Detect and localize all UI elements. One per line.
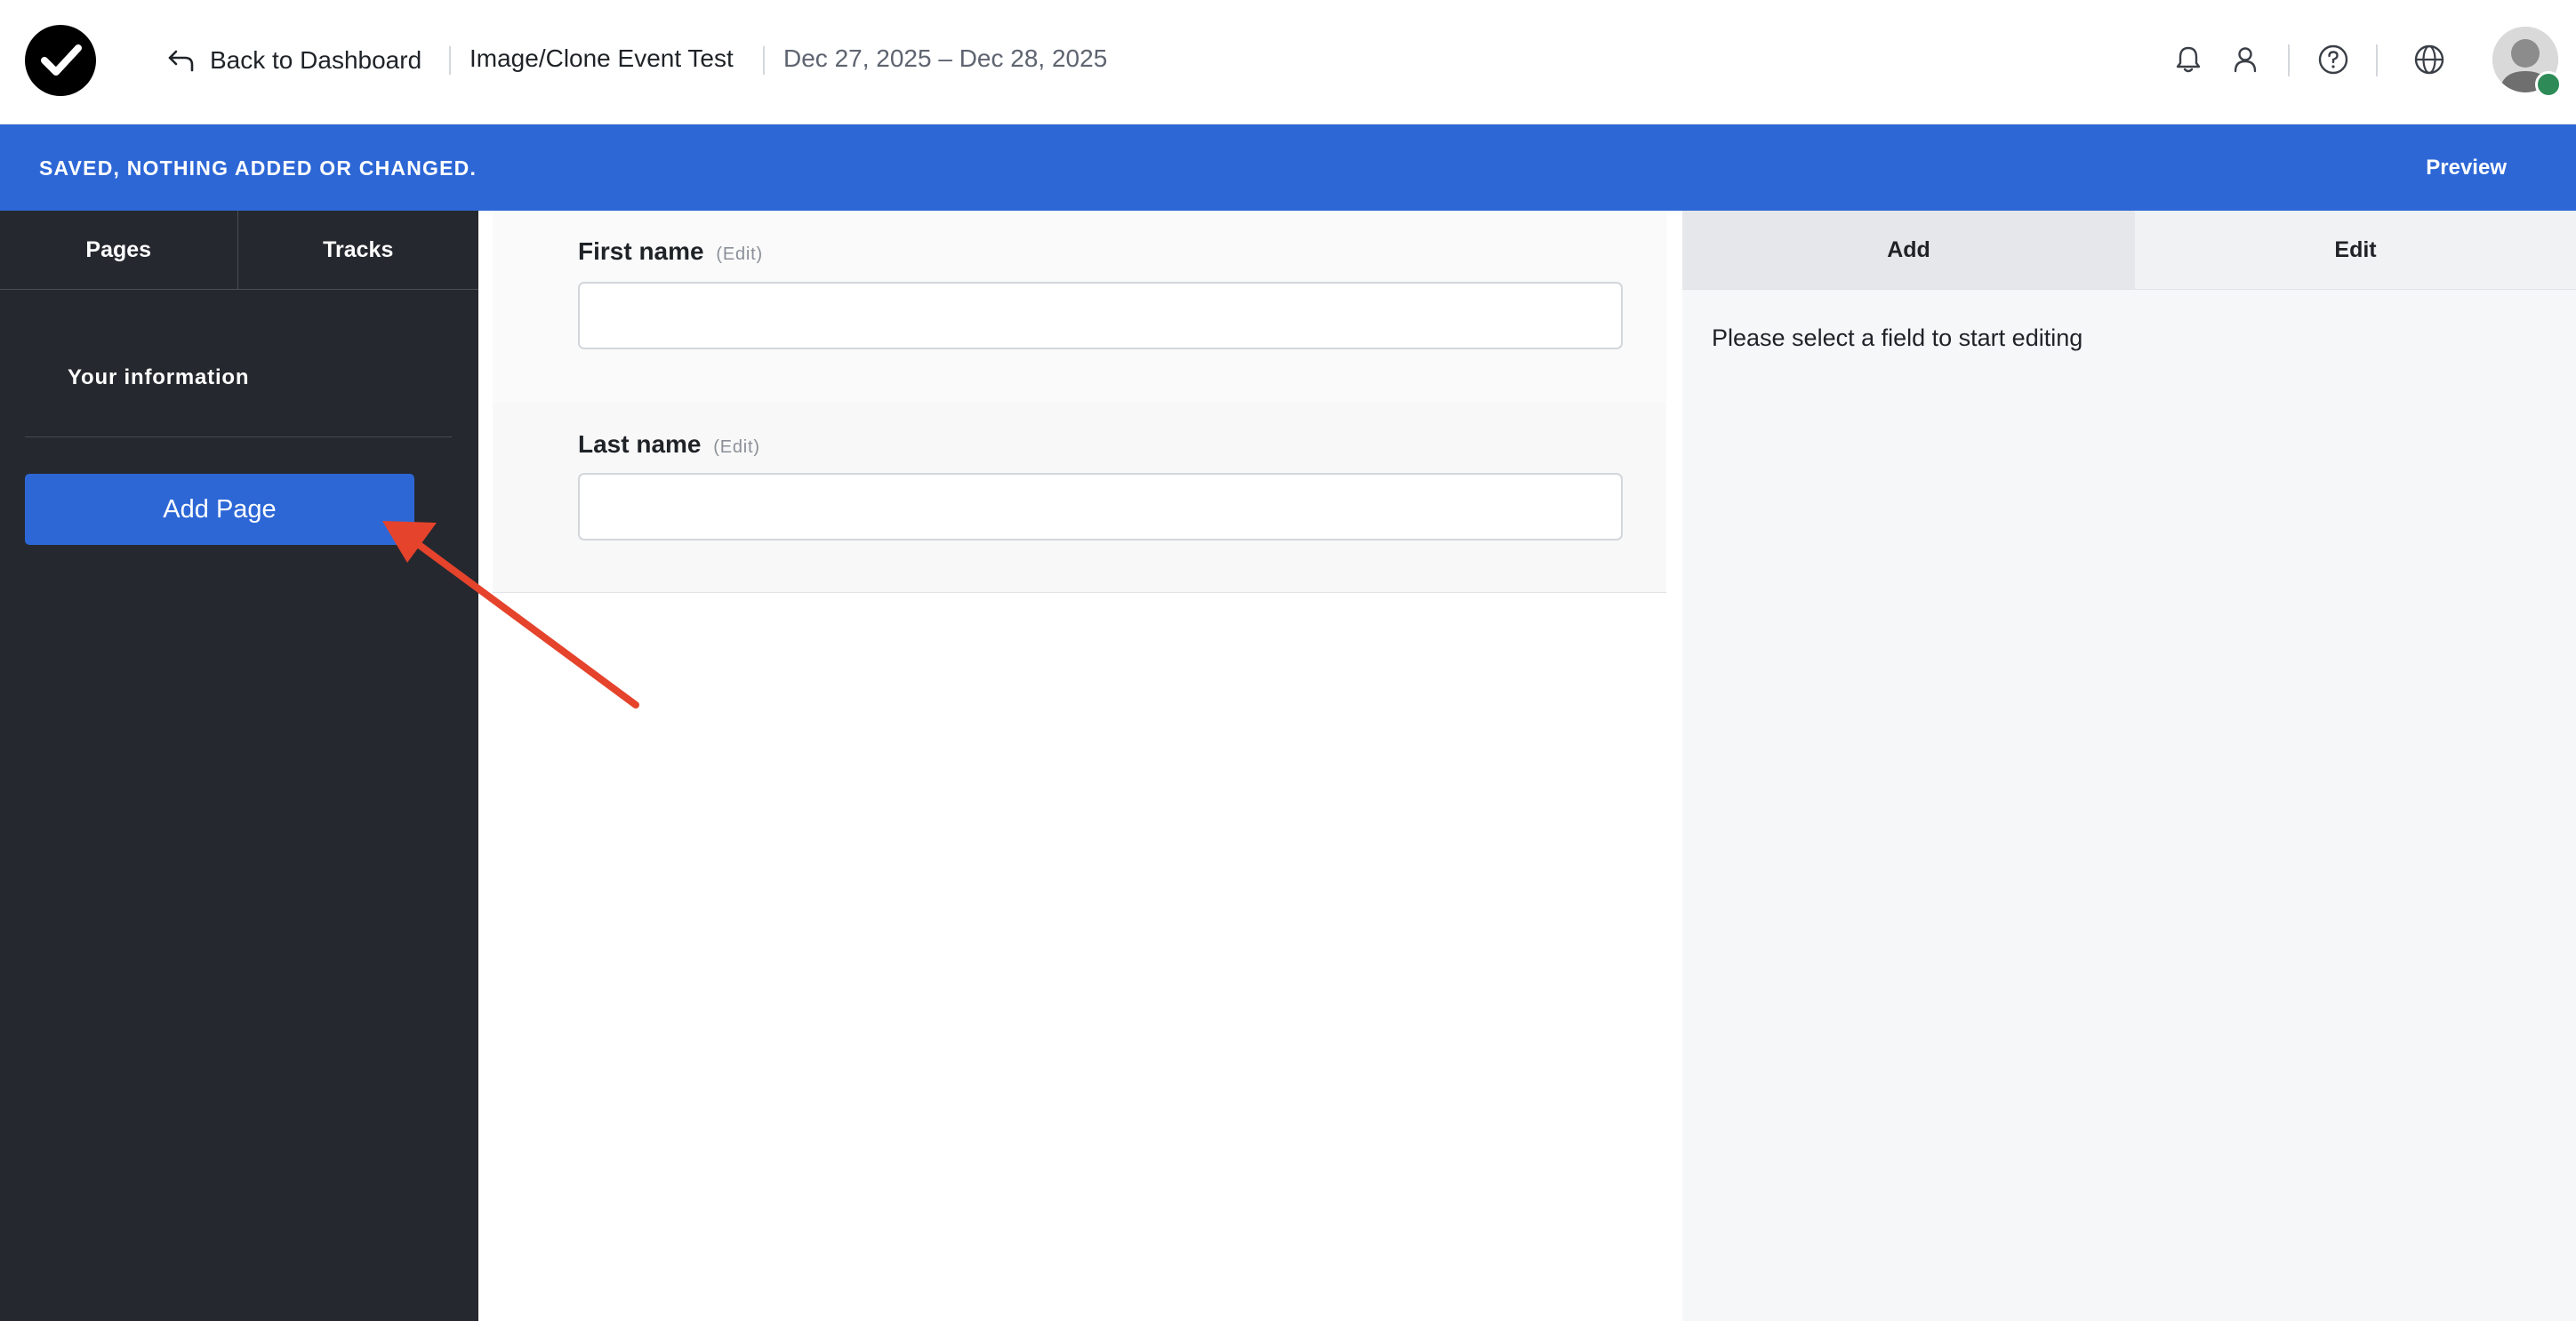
- editor-tabs: Add Edit: [1682, 211, 2576, 290]
- logo-checkmark-icon[interactable]: [25, 25, 96, 96]
- field-editor-panel: Add Edit Please select a field to start …: [1682, 211, 2576, 1321]
- save-status-bar: SAVED, NOTHING ADDED OR CHANGED. Preview: [0, 124, 2576, 211]
- tab-add[interactable]: Add: [1682, 211, 2135, 289]
- tab-tracks[interactable]: Tracks: [238, 211, 479, 289]
- back-to-dashboard-link[interactable]: Back to Dashboard: [165, 41, 421, 80]
- field-label-text: Last name: [578, 430, 702, 458]
- back-to-dashboard-label: Back to Dashboard: [210, 46, 422, 74]
- form-field-block[interactable]: Last name (Edit): [493, 403, 1666, 593]
- field-edit-link[interactable]: (Edit): [713, 437, 760, 457]
- field-edit-link[interactable]: (Edit): [716, 244, 763, 264]
- form-field-block[interactable]: First name (Edit): [493, 211, 1666, 404]
- event-title: Image/Clone Event Test: [469, 44, 734, 72]
- field-label: First name (Edit): [578, 237, 763, 266]
- divider: [25, 436, 452, 437]
- online-status-badge: [2535, 71, 2562, 98]
- tab-pages[interactable]: Pages: [0, 211, 238, 289]
- last-name-input[interactable]: [578, 473, 1623, 540]
- field-label-text: First name: [578, 237, 704, 265]
- form-canvas: First name (Edit) Last name (Edit): [478, 211, 1682, 1321]
- preview-button[interactable]: Preview: [2426, 156, 2507, 180]
- field-label: Last name (Edit): [578, 430, 760, 459]
- sidebar-item-your-information[interactable]: Your information: [68, 365, 249, 390]
- return-arrow-icon: [168, 50, 194, 72]
- first-name-input[interactable]: [578, 282, 1623, 349]
- event-dates: Dec 27, 2025 – Dec 28, 2025: [783, 44, 1108, 72]
- save-status-message: SAVED, NOTHING ADDED OR CHANGED.: [39, 156, 477, 180]
- divider: [2288, 44, 2290, 76]
- empty-state-message: Please select a field to start editing: [1712, 324, 2083, 351]
- divider: [2376, 44, 2378, 76]
- sidebar: Pages Tracks Your information Add Page: [0, 211, 478, 1321]
- bell-icon[interactable]: [2171, 42, 2206, 77]
- add-page-button[interactable]: Add Page: [25, 474, 414, 545]
- divider: [763, 46, 765, 75]
- top-bar: Back to Dashboard Image/Clone Event Test…: [0, 0, 2576, 124]
- help-icon[interactable]: [2315, 42, 2351, 77]
- globe-icon[interactable]: [2411, 42, 2447, 77]
- tab-edit[interactable]: Edit: [2135, 211, 2576, 289]
- sidebar-tabs: Pages Tracks: [0, 211, 478, 290]
- user-icon[interactable]: [2227, 42, 2263, 77]
- divider: [449, 46, 451, 75]
